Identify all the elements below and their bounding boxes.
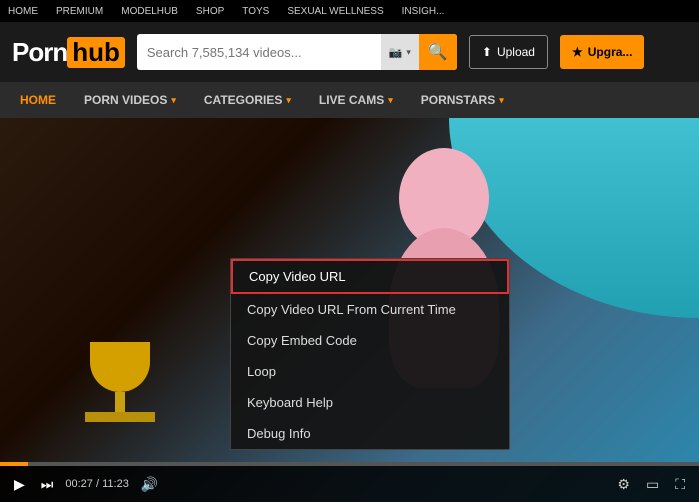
fullscreen-button[interactable]: ⛶ bbox=[671, 474, 689, 495]
sec-nav-porn-videos[interactable]: PORN VIDEOS ▾ bbox=[72, 82, 188, 118]
settings-button[interactable]: ⚙ bbox=[613, 474, 634, 495]
context-menu: Copy Video URL Copy Video URL From Curre… bbox=[230, 258, 510, 450]
context-menu-copy-url[interactable]: Copy Video URL bbox=[231, 259, 509, 294]
skip-icon: ⏭ bbox=[41, 476, 54, 493]
chevron-down-icon: ▾ bbox=[388, 95, 393, 106]
video-player[interactable]: Copy Video URL Copy Video URL From Curre… bbox=[0, 118, 699, 502]
upload-button[interactable]: ⬆ Upload bbox=[469, 35, 548, 69]
sec-nav-pornstars[interactable]: PORNSTARS ▾ bbox=[409, 82, 516, 118]
context-menu-loop[interactable]: Loop bbox=[231, 356, 509, 387]
top-nav-shop[interactable]: SHOP bbox=[196, 6, 224, 17]
search-submit-button[interactable]: 🔍 bbox=[419, 34, 457, 70]
context-menu-copy-embed[interactable]: Copy Embed Code bbox=[231, 325, 509, 356]
upload-icon: ⬆ bbox=[482, 45, 492, 59]
logo-porn-text: Porn bbox=[12, 37, 67, 68]
skip-button[interactable]: ⏭ bbox=[37, 474, 58, 495]
search-icon: 🔍 bbox=[428, 42, 448, 62]
gear-icon: ⚙ bbox=[617, 476, 630, 493]
sec-nav-live-cams[interactable]: LIVE CAMS ▾ bbox=[307, 82, 405, 118]
site-header: Pornhub 📷 ▾ 🔍 ⬆ Upload ★ Upgra... bbox=[0, 22, 699, 82]
video-time: 00:27 / 11:23 bbox=[65, 478, 128, 490]
video-controls-bar: ▶ ⏭ 00:27 / 11:23 🔊 ⚙ ▭ ⛶ bbox=[0, 466, 699, 502]
play-icon: ▶ bbox=[14, 476, 25, 493]
camera-search-button[interactable]: 📷 ▾ bbox=[381, 34, 419, 70]
upgrade-button[interactable]: ★ Upgra... bbox=[560, 35, 644, 69]
sec-nav-home[interactable]: HOME bbox=[8, 82, 68, 118]
trophy-decoration bbox=[80, 342, 160, 442]
top-navigation: HOME PREMIUM MODELHUB SHOP TOYS SEXUAL W… bbox=[0, 0, 699, 22]
chevron-down-icon: ▾ bbox=[286, 95, 291, 106]
chevron-down-icon: ▾ bbox=[171, 95, 176, 106]
logo-hub-text: hub bbox=[67, 37, 125, 68]
play-button[interactable]: ▶ bbox=[10, 474, 29, 495]
star-icon: ★ bbox=[572, 45, 583, 59]
volume-icon: 🔊 bbox=[141, 476, 158, 493]
camera-dropdown-arrow: ▾ bbox=[406, 47, 411, 58]
top-nav-home[interactable]: HOME bbox=[8, 6, 38, 17]
top-nav-modelhub[interactable]: MODELHUB bbox=[121, 6, 178, 17]
chevron-down-icon: ▾ bbox=[499, 95, 504, 106]
site-logo[interactable]: Pornhub bbox=[12, 37, 125, 68]
fullscreen-icon: ⛶ bbox=[675, 476, 685, 493]
theater-button[interactable]: ▭ bbox=[642, 474, 663, 495]
search-bar: 📷 ▾ 🔍 bbox=[137, 34, 457, 70]
context-menu-keyboard-help[interactable]: Keyboard Help bbox=[231, 387, 509, 418]
context-menu-copy-url-time[interactable]: Copy Video URL From Current Time bbox=[231, 294, 509, 325]
volume-button[interactable]: 🔊 bbox=[137, 474, 162, 495]
theater-icon: ▭ bbox=[646, 476, 659, 493]
top-nav-insights[interactable]: INSIGH... bbox=[402, 6, 445, 17]
search-input[interactable] bbox=[137, 45, 381, 60]
camera-icon: 📷 bbox=[389, 46, 403, 59]
context-menu-debug-info[interactable]: Debug Info bbox=[231, 418, 509, 449]
sec-nav-categories[interactable]: CATEGORIES ▾ bbox=[192, 82, 303, 118]
secondary-navigation: HOME PORN VIDEOS ▾ CATEGORIES ▾ LIVE CAM… bbox=[0, 82, 699, 118]
top-nav-toys[interactable]: TOYS bbox=[242, 6, 269, 17]
top-nav-sexual-wellness[interactable]: SEXUAL WELLNESS bbox=[287, 6, 383, 17]
top-nav-premium[interactable]: PREMIUM bbox=[56, 6, 103, 17]
